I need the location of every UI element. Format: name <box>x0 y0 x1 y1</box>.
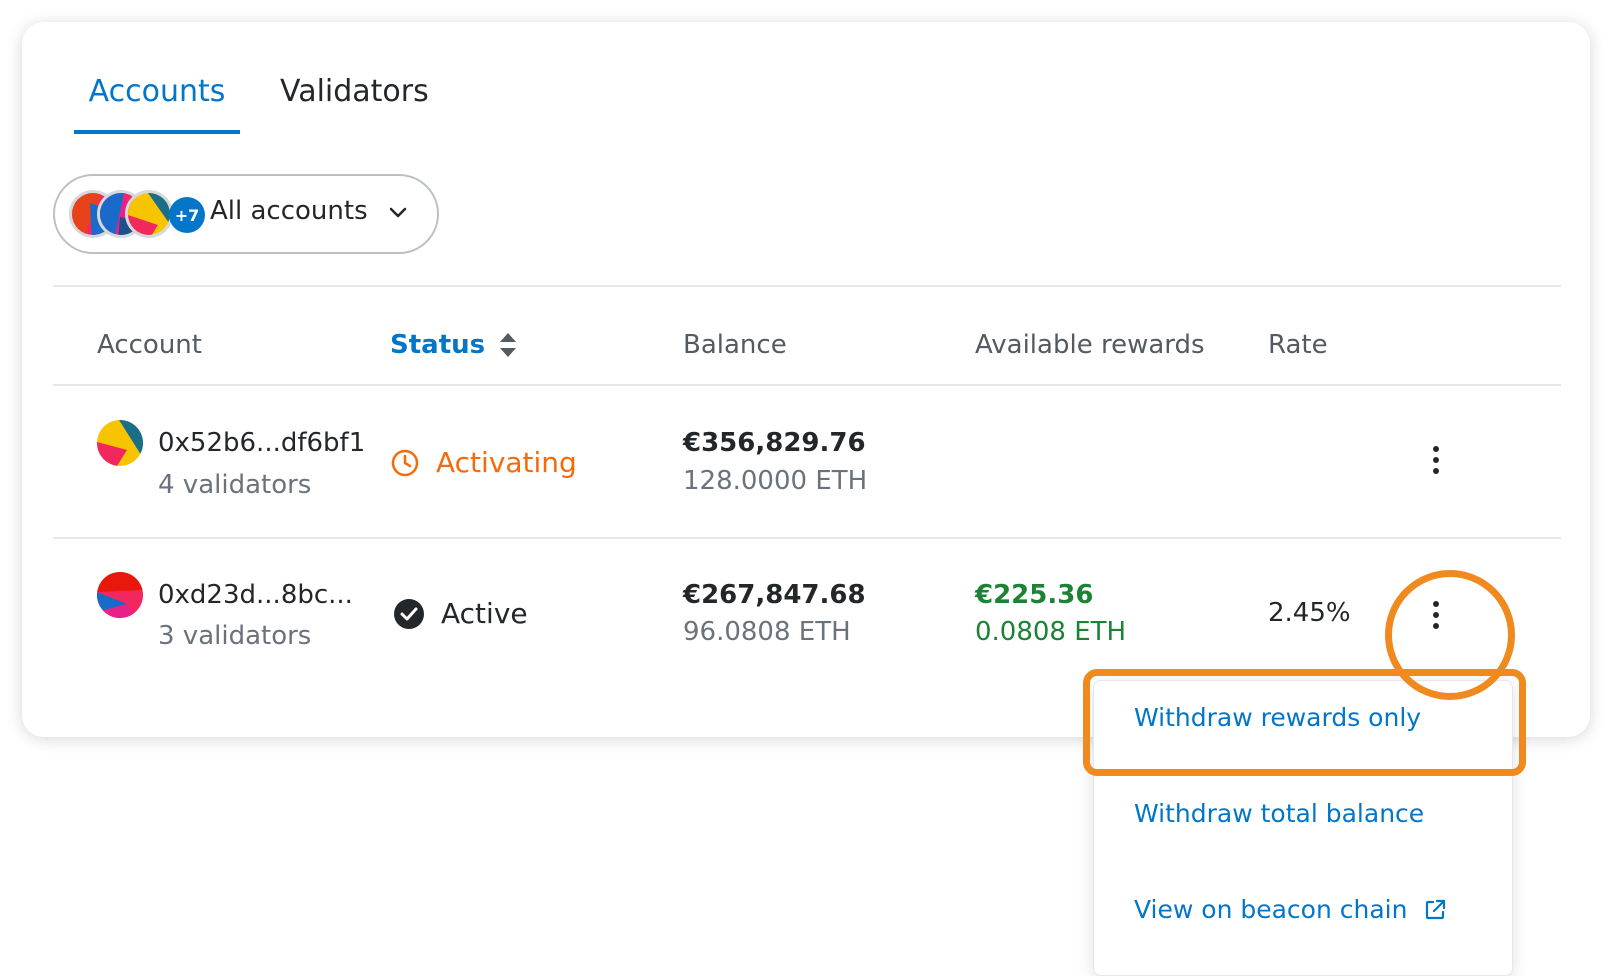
balance-eth: 128.0000 ETH <box>683 466 868 496</box>
rewards-eth: 0.0808 ETH <box>975 617 1127 647</box>
account-avatar <box>97 420 143 466</box>
rewards-fiat: €225.36 <box>975 580 1094 610</box>
column-header-account: Account <box>97 330 202 360</box>
avatar <box>125 190 173 238</box>
tab-validators[interactable]: Validators <box>280 58 429 132</box>
balance-eth: 96.0808 ETH <box>683 617 851 647</box>
menu-item-view-beacon-chain[interactable]: View on beacon chain <box>1134 895 1447 924</box>
divider <box>53 285 1561 287</box>
account-avatar <box>97 572 143 618</box>
status-badge: Active <box>393 597 528 630</box>
active-tab-underline <box>74 130 240 134</box>
highlight-box-annotation <box>1083 669 1526 776</box>
chevron-down-icon <box>389 207 407 218</box>
column-header-rewards: Available rewards <box>975 330 1205 360</box>
external-link-icon <box>1426 899 1446 919</box>
column-header-balance: Balance <box>683 330 787 360</box>
row-actions-kebab-icon[interactable] <box>1424 440 1448 480</box>
clock-icon <box>391 449 419 476</box>
status-label: Active <box>441 597 528 630</box>
sort-icon <box>500 333 517 357</box>
menu-item-label: View on beacon chain <box>1134 895 1408 924</box>
status-badge: Activating <box>390 446 577 479</box>
balance-fiat: €356,829.76 <box>683 428 866 458</box>
column-header-status[interactable]: Status <box>390 330 517 360</box>
divider <box>53 537 1561 539</box>
account-selector[interactable]: +7 All accounts <box>53 174 439 254</box>
validator-count: 4 validators <box>158 470 312 500</box>
more-accounts-badge: +7 <box>169 197 205 233</box>
account-selector-label: All accounts <box>210 196 368 226</box>
status-label: Activating <box>436 446 577 479</box>
check-circle-icon <box>394 598 424 629</box>
reward-rate: 2.45% <box>1268 598 1351 628</box>
column-header-rate: Rate <box>1268 330 1328 360</box>
account-address[interactable]: 0x52b6...df6bf1 <box>158 428 365 458</box>
column-header-status-label: Status <box>390 330 486 360</box>
menu-item-label: Withdraw total balance <box>1134 799 1425 828</box>
tab-accounts[interactable]: Accounts <box>74 58 240 132</box>
menu-item-withdraw-total[interactable]: Withdraw total balance <box>1134 799 1424 828</box>
account-address[interactable]: 0xd23d...8bc... <box>158 580 353 610</box>
account-avatar-stack: +7 <box>69 190 209 238</box>
balance-fiat: €267,847.68 <box>683 580 866 610</box>
validator-count: 3 validators <box>158 621 312 651</box>
divider <box>53 384 1561 386</box>
